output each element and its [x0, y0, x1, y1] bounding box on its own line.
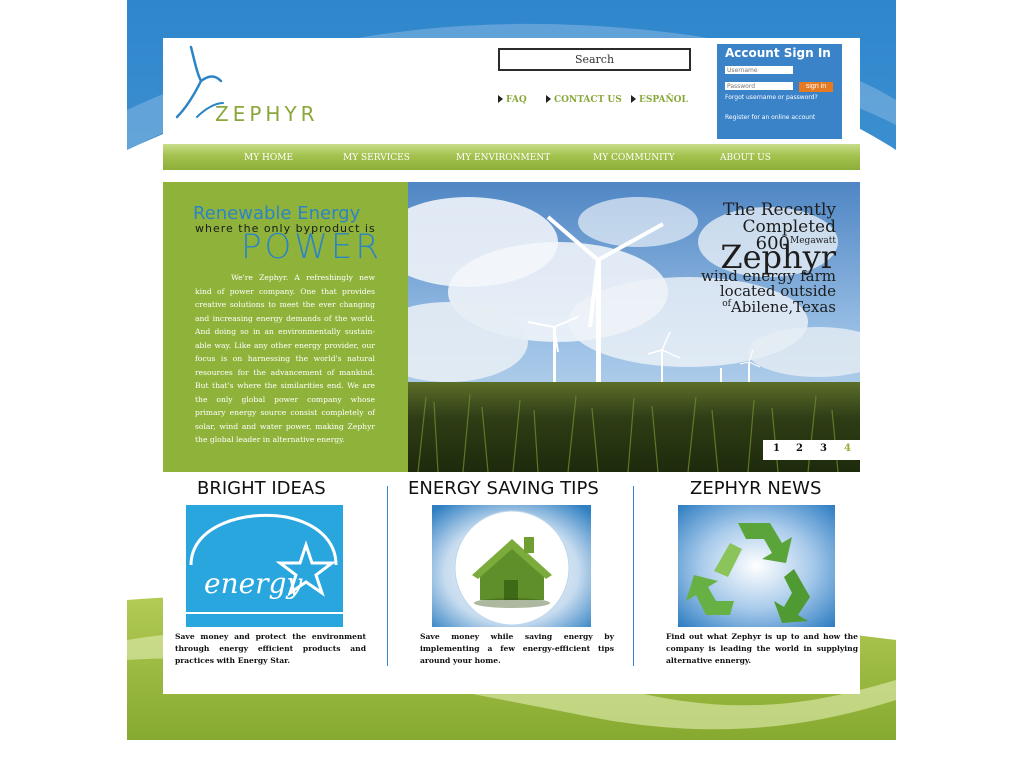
intro-power: POWER — [241, 227, 382, 267]
page-4-button[interactable]: 4 — [844, 443, 851, 454]
search-input[interactable] — [498, 48, 691, 71]
hero-location: ofAbilene,Texas — [701, 299, 836, 315]
intro-heading: Renewable Energy — [193, 203, 361, 224]
hero-line-5: located outside — [719, 282, 836, 300]
intro-section: Renewable Energy where the only byproduc… — [163, 182, 408, 472]
energy-saving-tips-title: ENERGY SAVING TIPS — [408, 478, 599, 499]
contact-us-link[interactable]: CONTACT US — [546, 95, 622, 105]
forgot-password-link[interactable]: Forgot username or password? — [725, 94, 818, 101]
hero-caption: The Recently Completed 600Megawatt Zephy… — [701, 202, 836, 315]
hero-of: of — [722, 299, 731, 309]
bright-ideas-text: Save money and protect the environment t… — [175, 632, 366, 665]
arrow-right-icon — [546, 95, 551, 103]
energy-logo-text: energy — [204, 567, 303, 600]
nav-item-about-us[interactable]: ABOUT US — [720, 153, 771, 163]
grass-house-icon — [432, 505, 591, 627]
hero-pagination: 1 2 3 4 — [763, 440, 860, 460]
hero-banner: The Recently Completed 600Megawatt Zephy… — [408, 182, 860, 472]
bright-ideas-title: BRIGHT IDEAS — [197, 478, 326, 499]
password-field[interactable] — [725, 82, 793, 90]
energy-star-image[interactable]: energy — [186, 505, 343, 627]
arrow-right-icon — [498, 95, 503, 103]
energy-star-logo-icon: energy — [186, 513, 343, 614]
page-1-button[interactable]: 1 — [773, 443, 780, 454]
page-2-button[interactable]: 2 — [796, 443, 803, 454]
column-divider — [633, 486, 634, 666]
nav-item-my-home[interactable]: MY HOME — [244, 153, 293, 163]
arrow-right-icon — [631, 95, 636, 103]
recycle-icon — [678, 505, 835, 627]
energy-saving-tips-text: Save money while saving energy by implem… — [420, 632, 614, 665]
grass-house-image[interactable] — [432, 505, 591, 627]
account-title: Account Sign In — [725, 46, 831, 60]
column-divider — [387, 486, 388, 666]
faq-link[interactable]: FAQ — [498, 95, 527, 105]
username-field[interactable] — [725, 66, 793, 74]
espanol-label: ESPAÑOL — [639, 95, 688, 105]
nav-item-my-environment[interactable]: MY ENVIRONMENT — [456, 153, 550, 163]
nav-item-my-services[interactable]: MY SERVICES — [343, 153, 410, 163]
brand-name[interactable]: ZEPHYR — [215, 102, 319, 126]
nav-item-my-community[interactable]: MY COMMUNITY — [593, 153, 675, 163]
page-3-button[interactable]: 3 — [820, 443, 827, 454]
contact-us-label: CONTACT US — [554, 95, 622, 105]
register-link[interactable]: Register for an online account — [725, 114, 815, 121]
espanol-link[interactable]: ESPAÑOL — [631, 95, 688, 105]
main-nav: MY HOME MY SERVICES MY ENVIRONMENT MY CO… — [163, 144, 860, 170]
recycle-image[interactable] — [678, 505, 835, 627]
zephyr-news-text: Find out what Zephyr is up to and how th… — [666, 632, 858, 665]
account-sign-in-box: Account Sign In sign in Forgot username … — [717, 44, 842, 139]
faq-label: FAQ — [506, 95, 527, 105]
intro-body: We're Zephyr. A refreshingly new kind of… — [195, 273, 375, 444]
zephyr-news-title: ZEPHYR NEWS — [690, 478, 822, 499]
hero-place: Abilene,Texas — [730, 298, 836, 316]
sign-in-button[interactable]: sign in — [799, 82, 833, 92]
